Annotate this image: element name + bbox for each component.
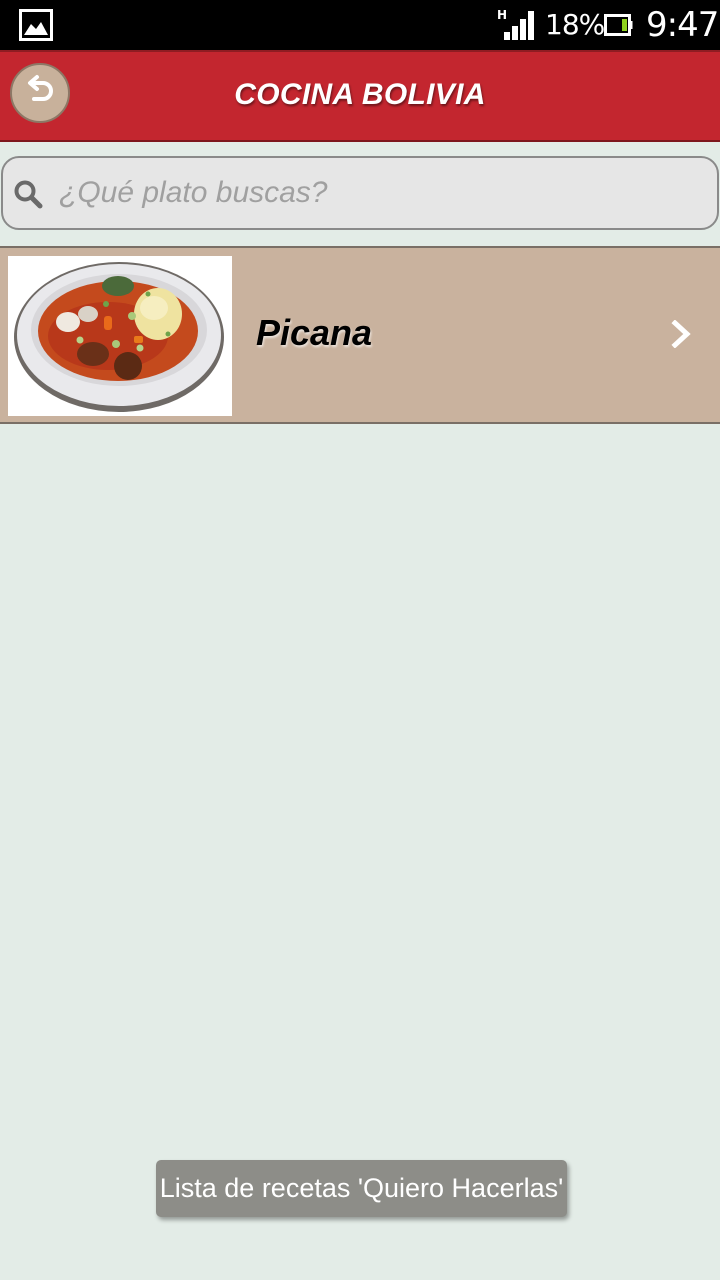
status-clock: 9:47	[646, 5, 719, 45]
search-bar[interactable]	[1, 156, 719, 230]
search-input[interactable]	[59, 168, 699, 218]
status-bar: H 18% 9:47	[0, 0, 720, 50]
recipe-name: Picana	[256, 312, 373, 353]
network-type-label: H	[497, 8, 507, 22]
app-header: COCINA BOLIVIA	[0, 50, 720, 142]
list-item[interactable]: Picana	[0, 246, 720, 424]
app-title: COCINA BOLIVIA	[234, 78, 486, 111]
chevron-right-icon	[670, 319, 694, 353]
stew-plate-photo	[8, 256, 232, 416]
battery-icon	[604, 13, 634, 42]
toast-message: Lista de recetas 'Quiero Hacerlas'	[156, 1160, 567, 1217]
battery-percent: 18%	[545, 8, 605, 41]
signal-icon: H	[496, 8, 536, 47]
gallery-icon	[19, 9, 53, 46]
search-icon	[13, 179, 45, 216]
recipe-list: Picana	[0, 246, 720, 424]
